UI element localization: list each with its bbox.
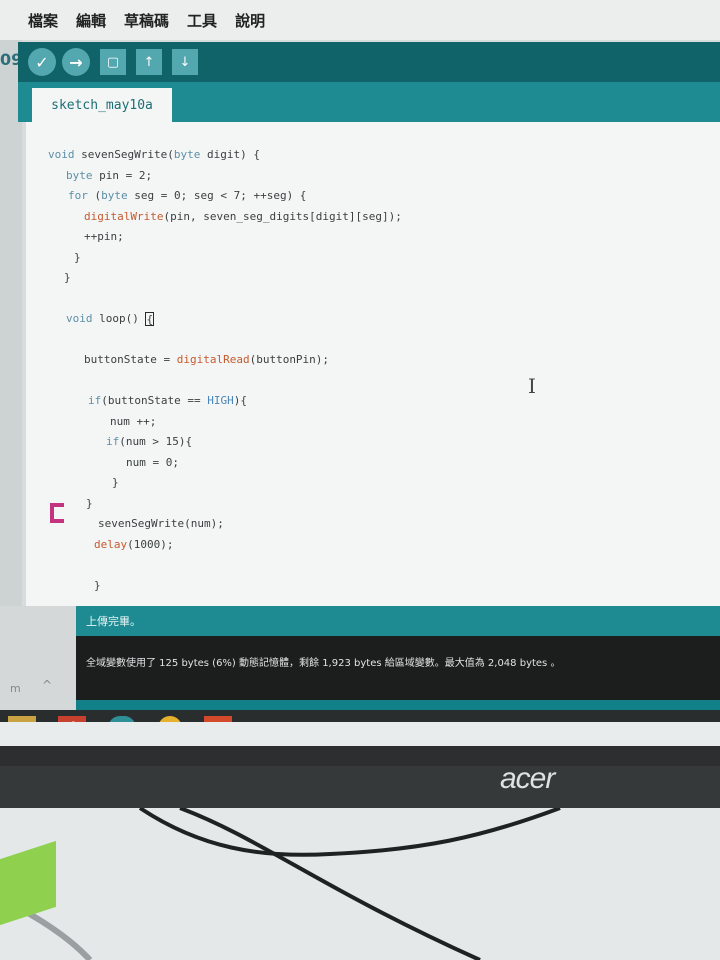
code-line: } — [94, 578, 101, 592]
taskbar: f ∞ P — [0, 710, 720, 722]
chevron-up-icon: ^ — [42, 678, 53, 692]
background-window-bottom: m ^ — [0, 606, 76, 710]
file-explorer-icon[interactable] — [8, 716, 36, 722]
code-line: num ++; — [110, 414, 157, 428]
arrow-right-icon: → — [69, 52, 83, 72]
check-icon: ✓ — [35, 52, 49, 72]
console-text: 全域變數使用了 125 bytes (6%) 動態記憶體，剩餘 1,923 by… — [86, 658, 561, 669]
tab-bar: sketch_may10a — [18, 82, 720, 122]
code-line: } — [74, 250, 81, 264]
open-button[interactable]: ↑ — [136, 49, 162, 75]
arduino-icon[interactable]: ∞ — [108, 716, 136, 722]
save-button[interactable]: ↓ — [172, 49, 198, 75]
code-line: } — [86, 496, 93, 510]
new-sketch-button[interactable]: ▢ — [100, 49, 126, 75]
menu-sketch[interactable]: 草稿碼 — [124, 10, 169, 31]
tab-label: sketch_may10a — [51, 97, 153, 113]
menu-edit[interactable]: 編輯 — [76, 10, 106, 31]
code-line: void sevenSegWrite(byte digit) { — [48, 148, 260, 161]
menu-file[interactable]: 檔案 — [28, 10, 58, 31]
arrow-down-icon: ↓ — [179, 54, 191, 70]
code-line: sevenSegWrite(num); — [98, 517, 224, 530]
upload-button[interactable]: → — [62, 48, 90, 76]
code-line: buttonState = digitalRead(buttonPin); — [84, 353, 330, 366]
tab-sketch[interactable]: sketch_may10a — [32, 88, 172, 122]
verify-button[interactable]: ✓ — [28, 48, 56, 76]
status-bar: 上傳完畢。 — [76, 606, 720, 636]
text-cursor-icon: I — [528, 374, 536, 398]
background-window-letter: m — [10, 682, 21, 695]
status-message: 上傳完畢。 — [86, 615, 141, 628]
arrow-up-icon: ↑ — [143, 54, 155, 70]
code-line: num = 0; — [126, 455, 179, 469]
code-editor[interactable]: I void sevenSegWrite(byte digit) { byte p… — [26, 122, 720, 606]
code-line: void loop() { — [66, 312, 155, 326]
menu-help[interactable]: 說明 — [235, 10, 265, 31]
console-footer — [76, 700, 720, 710]
code-line: digitalWrite(pin, seven_seg_digits[digit… — [84, 209, 402, 223]
code-line: for (byte seg = 0; seg < 7; ++seg) { — [68, 189, 307, 202]
code-line: } — [112, 476, 119, 489]
new-file-icon: ▢ — [106, 54, 120, 70]
monitor-bezel-lower — [0, 766, 720, 808]
menu-bar: 檔案 編輯 草稿碼 工具 說明 — [0, 0, 720, 40]
code-line: delay(1000); — [94, 537, 174, 551]
toolbar: ✓ → ▢ ↑ ↓ — [18, 42, 720, 82]
desk-surface — [0, 808, 720, 960]
powerpoint-icon[interactable]: P — [204, 716, 232, 722]
code-line: ++pin; — [84, 230, 124, 243]
red-app-icon[interactable]: f — [58, 716, 86, 722]
code-line: if(buttonState == HIGH){ — [88, 394, 247, 407]
code-line: byte pin = 2; — [66, 168, 153, 182]
chrome-icon[interactable] — [158, 716, 182, 722]
monitor-screen: 檔案 編輯 草稿碼 工具 說明 09 ✓ → ▢ ↑ ↓ sketch_may1… — [0, 0, 720, 722]
code-line: if(num > 15){ — [106, 435, 193, 448]
menu-tools[interactable]: 工具 — [187, 10, 217, 31]
monitor-brand-logo: acer — [500, 762, 555, 795]
code-line: } — [64, 271, 71, 284]
cable-icon — [0, 808, 561, 960]
error-marker-icon — [50, 503, 64, 523]
console-output: 全域變數使用了 125 bytes (6%) 動態記憶體，剩餘 1,923 by… — [76, 636, 720, 700]
